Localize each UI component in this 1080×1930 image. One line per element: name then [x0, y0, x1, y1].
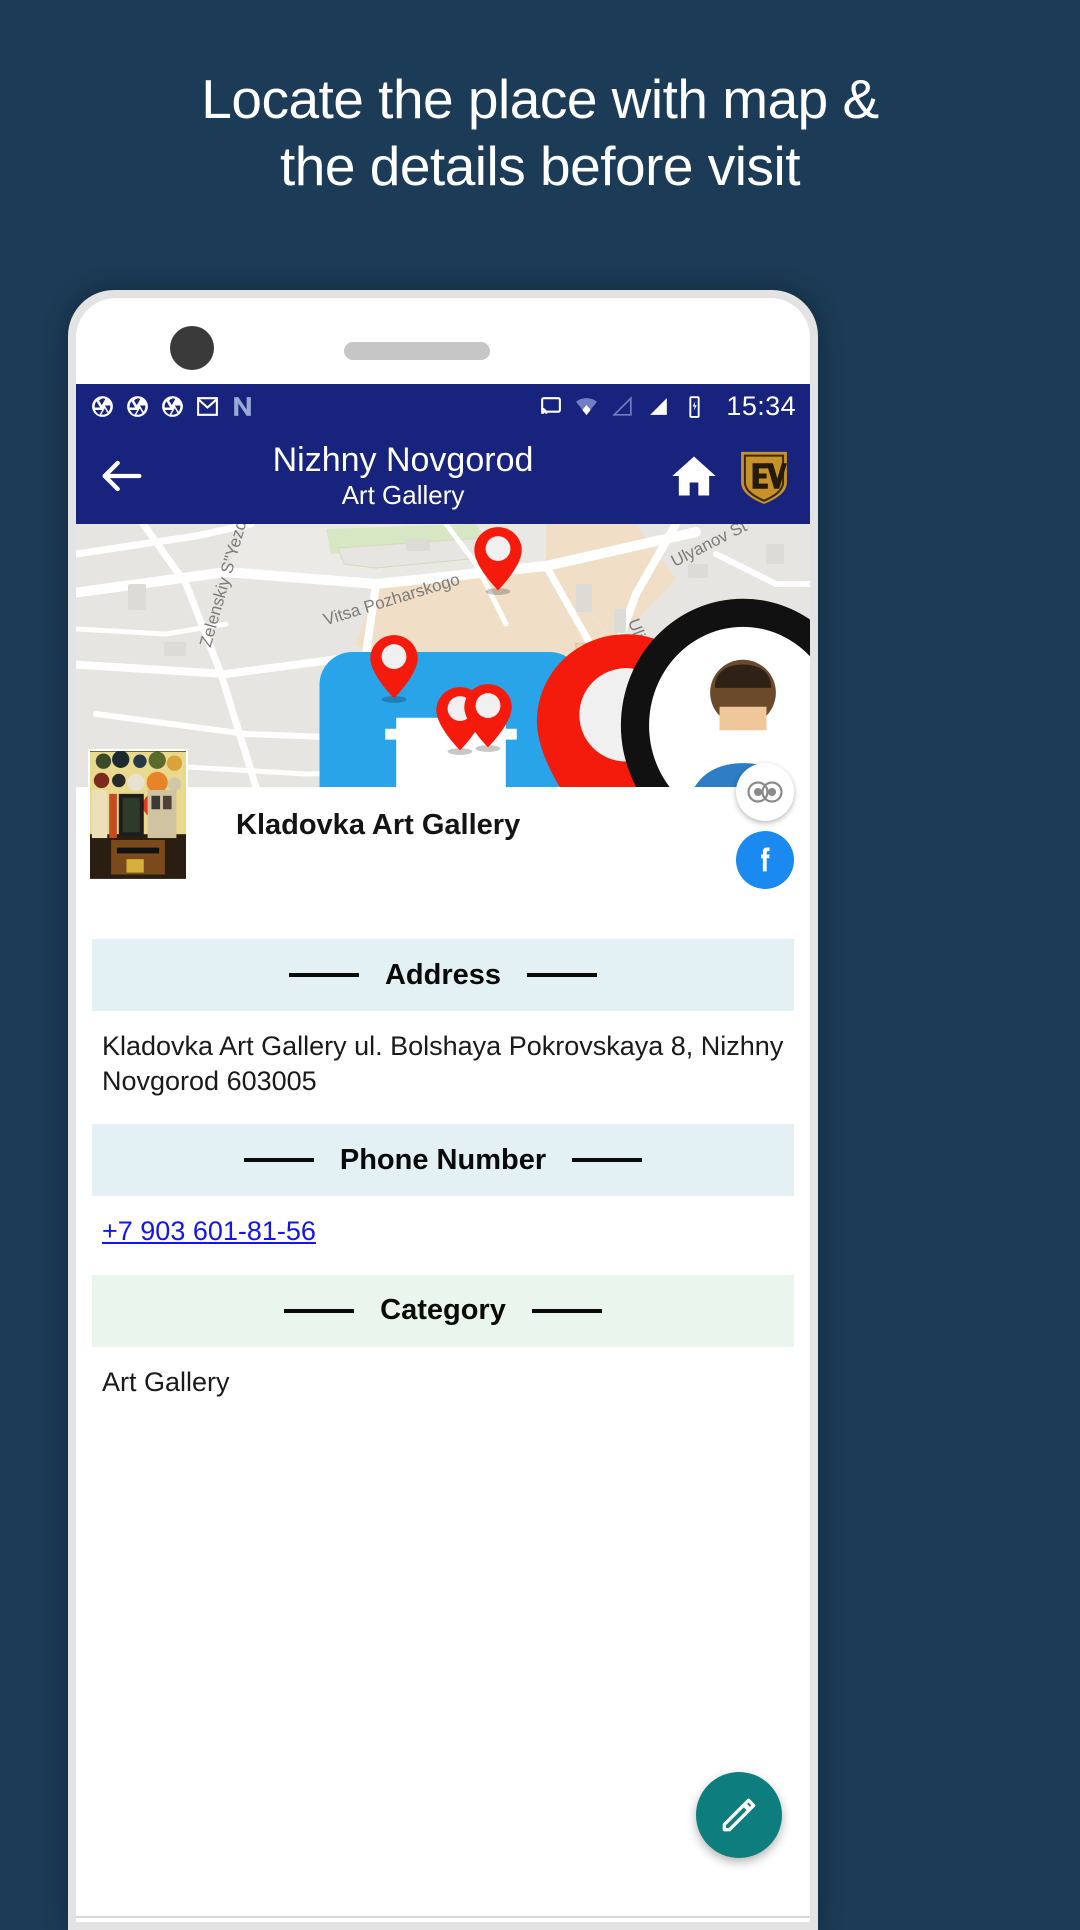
home-icon[interactable]	[668, 450, 720, 502]
ev-logo-icon[interactable]	[738, 448, 790, 504]
status-bar-system-icons: 15:34	[538, 391, 796, 422]
streetview-button[interactable]	[736, 763, 794, 821]
n-app-icon	[234, 396, 251, 416]
status-bar-clock: 15:34	[726, 390, 796, 421]
signal-full-icon	[650, 397, 668, 415]
edit-icon	[722, 1798, 756, 1832]
section-header-phone: Phone Number	[92, 1124, 794, 1197]
place-photo-image	[90, 751, 186, 879]
front-camera-icon	[170, 326, 214, 370]
divider-right	[572, 1158, 643, 1163]
place-marker-icon[interactable]	[472, 526, 524, 596]
aperture-icon	[92, 395, 113, 417]
place-name: Kladovka Art Gallery	[236, 809, 521, 841]
wifi-icon	[576, 397, 598, 415]
gmail-icon	[197, 396, 218, 416]
section-title: Address	[384, 958, 502, 991]
divider-left	[288, 973, 359, 977]
place-header: Kladovka Art Gallery	[76, 749, 810, 927]
divider-right	[531, 1308, 602, 1313]
section-header-category: Category	[92, 1274, 794, 1347]
user-location-marker-icon[interactable]	[376, 594, 810, 787]
aperture-icon	[162, 395, 183, 417]
page-title: Nizhny Novgorod	[272, 440, 534, 479]
navigation-bar	[76, 1916, 810, 1922]
page-subtitle: Art Gallery	[341, 479, 465, 510]
battery-charging-icon	[689, 395, 701, 418]
aperture-icon	[127, 395, 148, 417]
section-title: Phone Number	[339, 1143, 547, 1176]
edit-fab-button[interactable]	[696, 1772, 782, 1858]
map-view[interactable]: Vitsa Pozharskogo Zelenskiy S"Yezd Ulyan…	[76, 524, 810, 787]
facebook-icon	[761, 847, 770, 872]
facebook-button[interactable]	[736, 831, 794, 889]
place-photo[interactable]	[88, 749, 188, 881]
app-bar: Nizhny Novgorod Art Gallery	[76, 428, 810, 524]
app-bar-actions	[668, 448, 790, 504]
streetview-icon	[747, 781, 783, 803]
promo-headline-line1: Locate the place with map &	[201, 68, 879, 130]
promo-headline: Locate the place with map & the details …	[0, 66, 1080, 200]
phone-screen: 15:34 Nizhny Novgorod Art Gallery Vitsa …	[76, 298, 810, 1922]
section-body-address: Kladovka Art Gallery ul. Bolshaya Pokrov…	[102, 1031, 784, 1096]
app-bar-title-block: Nizhny Novgorod Art Gallery	[138, 441, 668, 511]
section-body-category: Art Gallery	[102, 1366, 230, 1397]
detail-sections: Address Kladovka Art Gallery ul. Bolshay…	[76, 939, 810, 1414]
signal-empty-icon	[612, 395, 633, 416]
status-bar-notifications	[90, 394, 538, 419]
phone-bezel-top	[76, 298, 810, 384]
divider-left	[284, 1308, 355, 1313]
section-title: Category	[380, 1294, 506, 1327]
cast-icon	[541, 396, 562, 414]
earpiece-speaker	[344, 342, 490, 360]
section-body-phone: +7 903 601-81-56	[92, 1196, 794, 1263]
phone-link[interactable]: +7 903 601-81-56	[102, 1216, 316, 1246]
promo-headline-line2: the details before visit	[280, 135, 800, 198]
section-header-address: Address	[92, 939, 794, 1011]
divider-left	[243, 1158, 314, 1163]
status-bar: 15:34	[76, 384, 810, 428]
phone-mockup: 15:34 Nizhny Novgorod Art Gallery Vitsa …	[68, 290, 818, 1930]
divider-right	[527, 973, 598, 977]
